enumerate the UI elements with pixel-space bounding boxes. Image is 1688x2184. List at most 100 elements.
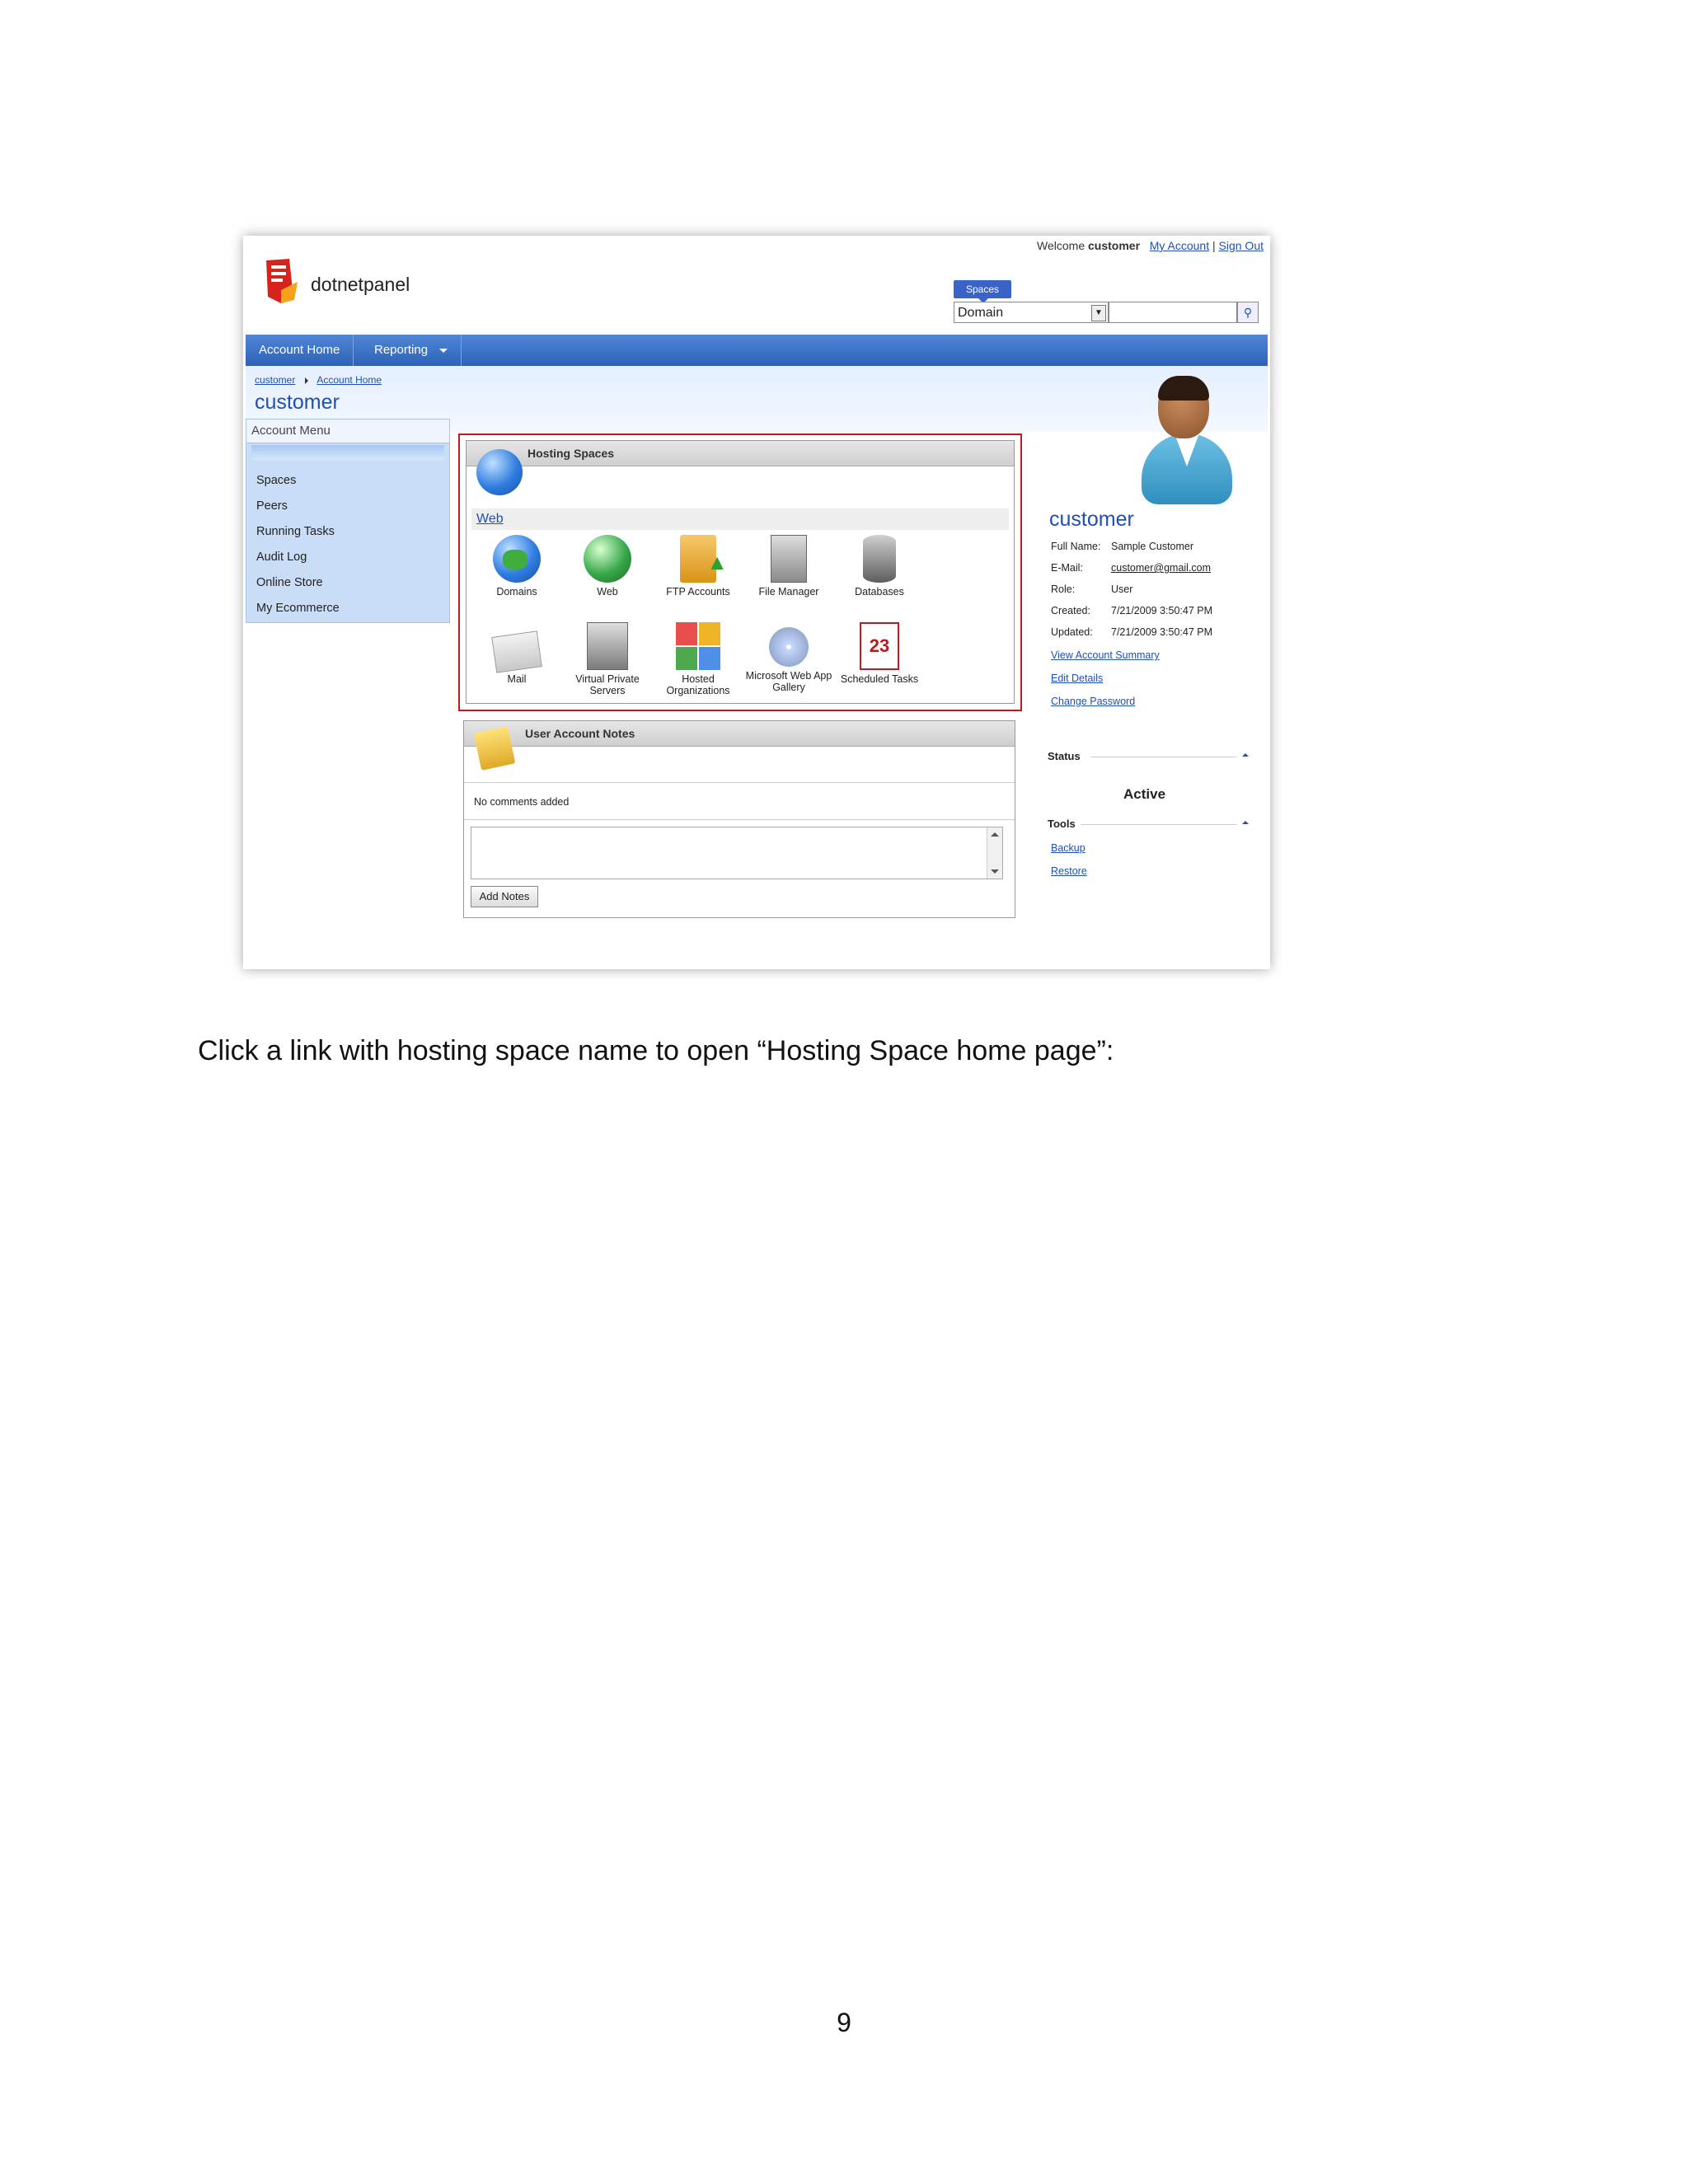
page-title: customer bbox=[255, 391, 340, 414]
scroll-down-icon[interactable] bbox=[991, 869, 999, 874]
menu-item-my-ecommerce[interactable]: My Ecommerce bbox=[246, 596, 449, 621]
scheduled-tasks-label: Scheduled Tasks bbox=[840, 673, 919, 685]
my-account-link[interactable]: My Account bbox=[1150, 239, 1209, 252]
menu-item-audit-log[interactable]: Audit Log bbox=[246, 545, 449, 570]
search-input[interactable] bbox=[1109, 302, 1237, 323]
role-value: User bbox=[1111, 583, 1133, 595]
hosted-organizations-icon bbox=[676, 622, 720, 670]
scheduled-tasks-icon: 23 bbox=[860, 622, 899, 670]
tools-section-title: Tools bbox=[1048, 818, 1076, 830]
instruction-caption: Click a link with hosting space name to … bbox=[198, 1035, 1114, 1066]
welcome-bar: Welcome customer My Account | Sign Out bbox=[1037, 239, 1264, 252]
account-name-heading: customer bbox=[1049, 508, 1134, 531]
space-web-link[interactable]: Web bbox=[476, 512, 504, 527]
welcome-user: customer bbox=[1088, 239, 1141, 252]
email-link[interactable]: customer@gmail.com bbox=[1111, 562, 1211, 574]
vps-label: Virtual Private Servers bbox=[575, 673, 640, 696]
search-icon[interactable]: ⚲ bbox=[1237, 302, 1259, 323]
add-notes-button[interactable]: Add Notes bbox=[471, 886, 538, 907]
domains-label: Domains bbox=[496, 586, 537, 598]
menu-strip bbox=[251, 445, 444, 460]
hosting-spaces-title: Hosting Spaces bbox=[467, 441, 1014, 466]
restore-link[interactable]: Restore bbox=[1051, 865, 1087, 877]
breadcrumb-customer[interactable]: customer bbox=[255, 374, 295, 386]
hosting-spaces-highlight: Hosting Spaces Web Domains Web FTP Accou… bbox=[458, 434, 1022, 711]
breadcrumb-arrow-icon bbox=[304, 377, 308, 384]
notes-empty-text: No comments added bbox=[464, 782, 1015, 820]
chevron-down-icon[interactable]: ▼ bbox=[1091, 305, 1106, 321]
search-type-select[interactable]: Domain ▼ bbox=[954, 302, 1109, 323]
created-value: 7/21/2009 3:50:47 PM bbox=[1111, 605, 1213, 616]
page-number: 9 bbox=[837, 2008, 851, 2037]
databases-tile[interactable]: Databases bbox=[834, 535, 925, 598]
collapse-tools-icon[interactable] bbox=[1242, 821, 1249, 824]
user-avatar bbox=[1142, 376, 1232, 508]
web-app-gallery-icon bbox=[769, 627, 809, 667]
dotnetpanel-logo-icon bbox=[266, 259, 298, 303]
edit-details-link[interactable]: Edit Details bbox=[1051, 673, 1103, 684]
hosting-spaces-panel: Hosting Spaces Web Domains Web FTP Accou… bbox=[466, 440, 1015, 704]
scheduled-tasks-tile[interactable]: 23 Scheduled Tasks bbox=[834, 622, 925, 685]
nav-reporting[interactable]: Reporting bbox=[361, 335, 462, 366]
full-name-value: Sample Customer bbox=[1111, 541, 1194, 552]
search-type-value: Domain bbox=[958, 306, 1004, 320]
web-icon bbox=[584, 535, 631, 583]
account-menu-title: Account Menu bbox=[246, 419, 449, 443]
welcome-text: Welcome bbox=[1037, 239, 1085, 252]
menu-item-online-store[interactable]: Online Store bbox=[246, 570, 449, 596]
main-nav: Account Home Reporting bbox=[246, 335, 1268, 366]
domains-icon bbox=[493, 535, 541, 583]
updated-label: Updated: bbox=[1051, 626, 1093, 638]
status-section-title: Status bbox=[1048, 750, 1081, 762]
vps-icon bbox=[587, 622, 628, 670]
status-value: Active bbox=[1123, 786, 1166, 802]
menu-item-peers[interactable]: Peers bbox=[246, 494, 449, 519]
space-row: Web bbox=[471, 509, 1009, 530]
databases-icon bbox=[863, 535, 896, 583]
hosted-organizations-tile[interactable]: Hosted Organizations bbox=[653, 622, 743, 696]
breadcrumb: customer Account Home bbox=[255, 374, 382, 386]
web-tile[interactable]: Web bbox=[562, 535, 653, 598]
ftp-accounts-tile[interactable]: FTP Accounts bbox=[653, 535, 743, 598]
file-manager-icon bbox=[771, 535, 807, 583]
email-label: E-Mail: bbox=[1051, 562, 1083, 574]
chevron-down-icon bbox=[439, 348, 448, 353]
menu-item-spaces[interactable]: Spaces bbox=[246, 468, 449, 494]
mail-icon bbox=[491, 630, 542, 673]
nav-account-home[interactable]: Account Home bbox=[246, 335, 354, 366]
sign-out-link[interactable]: Sign Out bbox=[1219, 239, 1264, 252]
change-password-link[interactable]: Change Password bbox=[1051, 696, 1135, 707]
databases-label: Databases bbox=[855, 586, 904, 598]
menu-item-running-tasks[interactable]: Running Tasks bbox=[246, 519, 449, 545]
updated-value: 7/21/2009 3:50:47 PM bbox=[1111, 626, 1213, 638]
vps-tile[interactable]: Virtual Private Servers bbox=[562, 622, 653, 696]
breadcrumb-account-home[interactable]: Account Home bbox=[316, 374, 382, 386]
scroll-up-icon[interactable] bbox=[991, 832, 999, 837]
ftp-accounts-label: FTP Accounts bbox=[666, 586, 730, 598]
backup-link[interactable]: Backup bbox=[1051, 842, 1085, 854]
full-name-label: Full Name: bbox=[1051, 541, 1101, 552]
collapse-status-icon[interactable] bbox=[1242, 753, 1249, 757]
topbar-separator: | bbox=[1212, 239, 1216, 252]
file-manager-tile[interactable]: File Manager bbox=[743, 535, 834, 598]
file-manager-label: File Manager bbox=[758, 586, 819, 598]
domains-tile[interactable]: Domains bbox=[471, 535, 562, 598]
ftp-accounts-icon bbox=[680, 535, 728, 583]
notes-scrollbar[interactable] bbox=[987, 827, 1002, 879]
mail-label: Mail bbox=[507, 673, 527, 685]
mail-tile[interactable]: Mail bbox=[471, 622, 562, 685]
web-app-gallery-tile[interactable]: Microsoft Web App Gallery bbox=[743, 622, 834, 693]
view-account-summary-link[interactable]: View Account Summary bbox=[1051, 649, 1160, 661]
web-app-gallery-label: Microsoft Web App Gallery bbox=[745, 670, 832, 693]
role-label: Role: bbox=[1051, 583, 1076, 595]
globe-icon bbox=[476, 449, 523, 495]
screenshot-frame: Welcome customer My Account | Sign Out d… bbox=[243, 236, 1270, 969]
notes-title: User Account Notes bbox=[464, 721, 1015, 747]
avatar-hair bbox=[1158, 376, 1209, 401]
brand-name: dotnetpanel bbox=[311, 274, 410, 295]
hosted-organizations-label: Hosted Organizations bbox=[666, 673, 730, 696]
notes-textarea[interactable] bbox=[471, 827, 1003, 879]
spaces-badge[interactable]: Spaces bbox=[954, 280, 1011, 303]
created-label: Created: bbox=[1051, 605, 1090, 616]
web-label: Web bbox=[597, 586, 618, 598]
